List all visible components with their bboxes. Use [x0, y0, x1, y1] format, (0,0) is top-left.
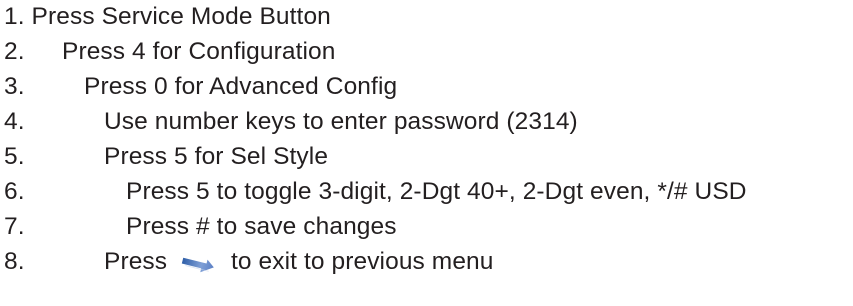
step-text: Press # to save changes	[126, 213, 397, 240]
step-text: Press 4 for Configuration	[62, 38, 336, 65]
step-number: 5.	[4, 143, 25, 170]
step-number: 7.	[4, 213, 25, 240]
step-text: 1. Press Service Mode Button	[4, 3, 331, 30]
step-number: 2.	[4, 38, 25, 65]
step-text: Use number keys to enter password (2314)	[104, 108, 578, 135]
step-text: Press 0 for Advanced Config	[84, 73, 398, 100]
step-text: Press to exit to previous menu	[104, 245, 494, 279]
step-text-before: Press	[104, 248, 168, 275]
step-number: 4.	[4, 108, 25, 135]
instruction-list: 1. Press Service Mode Button 2. Press 4 …	[0, 0, 853, 306]
step-number: 6.	[4, 178, 25, 205]
step-text: Press 5 for Sel Style	[104, 143, 329, 170]
step-text: Press 5 to toggle 3-digit, 2-Dgt 40+, 2-…	[126, 178, 747, 205]
step-number: 8.	[4, 248, 25, 275]
step-number: 3.	[4, 73, 25, 100]
step-text-after: to exit to previous menu	[230, 248, 494, 275]
back-arrow-icon	[180, 251, 222, 272]
